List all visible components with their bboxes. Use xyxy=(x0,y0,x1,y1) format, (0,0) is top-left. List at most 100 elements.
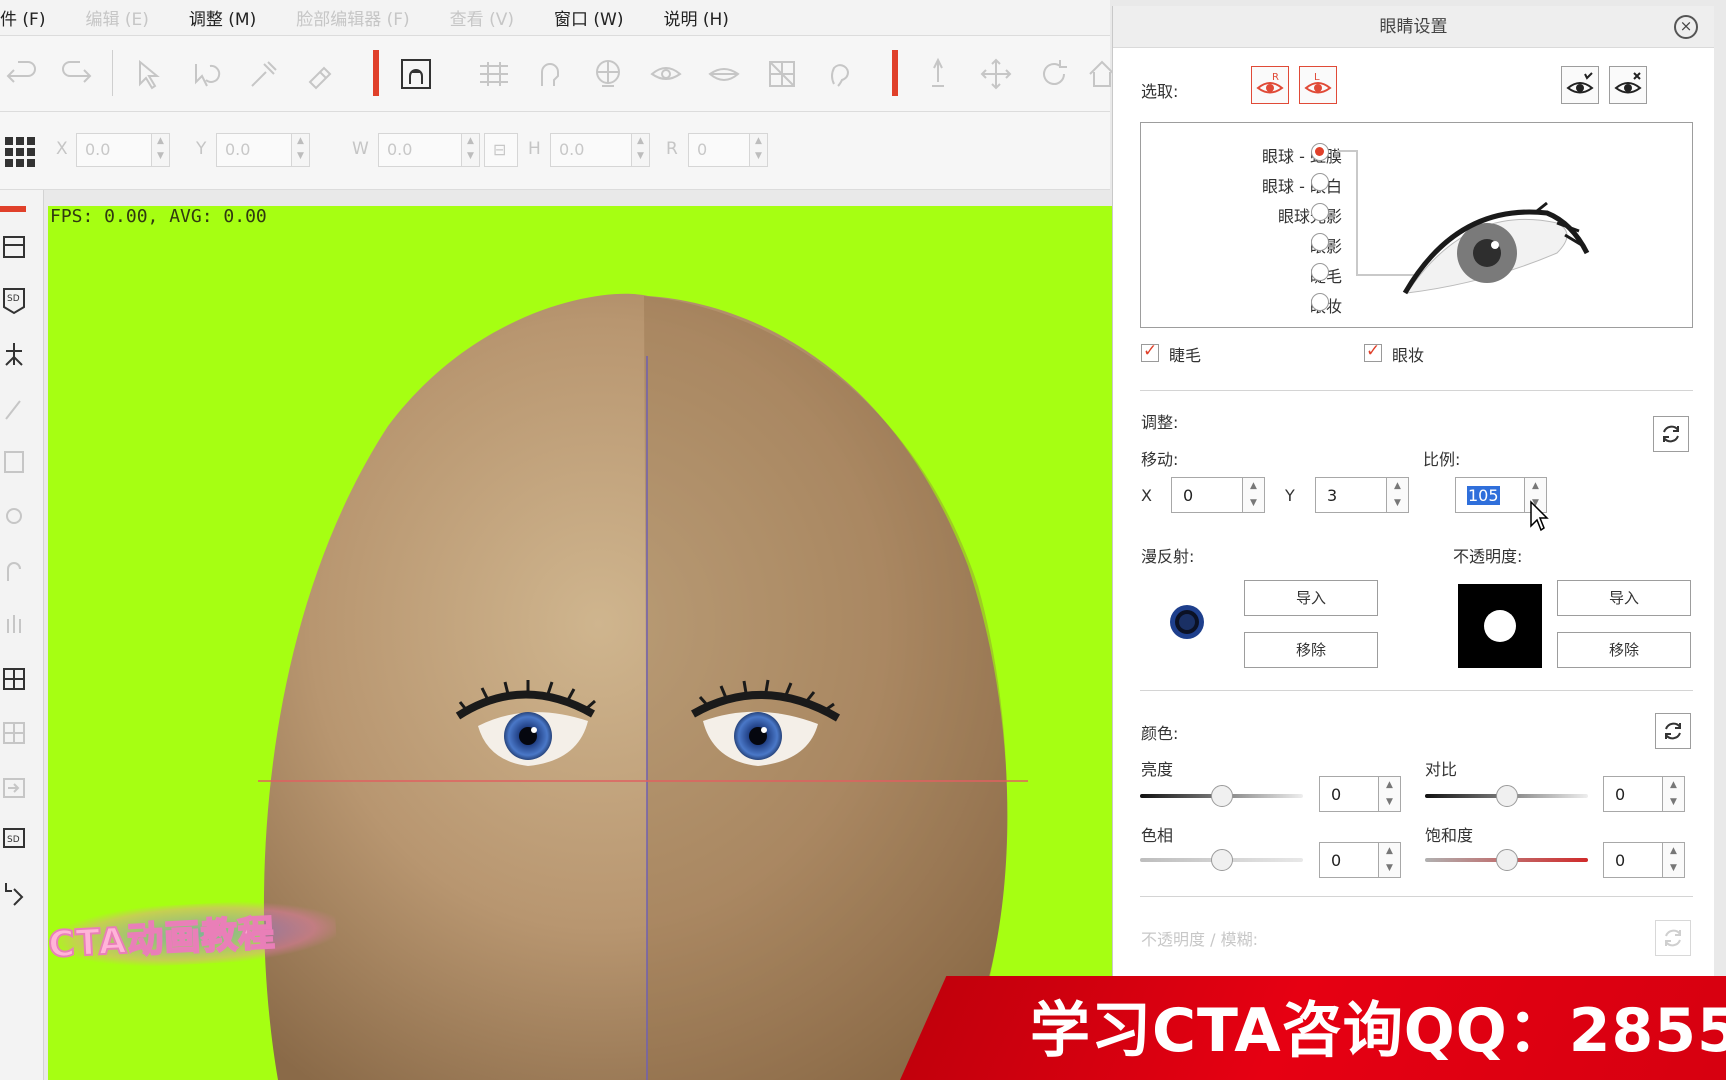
menu-help[interactable]: 说明 (H) xyxy=(637,5,742,30)
move-x-stepper[interactable]: ▲ ▼ xyxy=(1243,477,1265,513)
mesh-icon[interactable] xyxy=(762,54,802,94)
bone-icon[interactable] xyxy=(0,498,30,534)
opacity-remove-button[interactable]: 移除 xyxy=(1557,632,1691,668)
w-stepper[interactable]: ▲ ▼ xyxy=(462,133,480,167)
layer-eyelash-radio[interactable] xyxy=(1311,263,1329,281)
contrast-stepper[interactable]: ▲ ▼ xyxy=(1663,776,1685,812)
scale-label: 比例: xyxy=(1423,450,1461,469)
ear-icon[interactable] xyxy=(820,54,860,94)
eye-icon[interactable] xyxy=(646,54,686,94)
diffuse-import-button[interactable]: 导入 xyxy=(1244,580,1378,616)
tiles-icon[interactable] xyxy=(0,714,30,750)
rotate-icon[interactable] xyxy=(1034,54,1074,94)
mouth-icon[interactable] xyxy=(704,54,744,94)
hue-knob[interactable] xyxy=(1210,849,1233,871)
color-reset-icon[interactable] xyxy=(1655,713,1691,749)
menu-file[interactable]: 件 (F) xyxy=(0,5,59,30)
head-tool-icon[interactable] xyxy=(0,552,30,588)
pick-icon[interactable] xyxy=(244,54,284,94)
panel-grid-icon[interactable] xyxy=(0,660,30,696)
redo-icon[interactable] xyxy=(56,54,96,94)
move-x-input[interactable]: 0 xyxy=(1171,477,1243,513)
pose-icon[interactable] xyxy=(0,876,30,912)
eyelash-checkbox[interactable] xyxy=(1141,341,1159,362)
head-icon[interactable] xyxy=(530,54,570,94)
move-y-stepper[interactable]: ▲ ▼ xyxy=(1387,477,1409,513)
select-left-eye-icon[interactable]: L xyxy=(1299,66,1337,104)
adjust-reset-icon[interactable] xyxy=(1653,416,1689,452)
tag-icon[interactable] xyxy=(300,54,340,94)
menu-adjust[interactable]: 调整 (M) xyxy=(163,5,270,30)
select-icon[interactable] xyxy=(128,54,168,94)
grid-icon[interactable] xyxy=(474,54,514,94)
menu-face-editor[interactable]: 脸部编辑器 (F) xyxy=(270,5,423,30)
move-y-input[interactable]: 3 xyxy=(1315,477,1387,513)
layer-sclera-radio[interactable] xyxy=(1311,173,1329,191)
hide-eye-icon[interactable] xyxy=(1609,66,1647,104)
brightness-slider[interactable] xyxy=(1140,785,1303,807)
y-stepper[interactable]: ▲ ▼ xyxy=(292,133,310,167)
menu-window[interactable]: 窗口 (W) xyxy=(528,5,637,30)
saturation-input[interactable]: 0 xyxy=(1603,842,1663,878)
menu-edit[interactable]: 编辑 (E) xyxy=(59,5,162,30)
x-input[interactable]: 0.0 xyxy=(76,133,152,167)
y-input[interactable]: 0.0 xyxy=(216,133,292,167)
rig-icon[interactable] xyxy=(0,336,30,372)
layers-icon[interactable] xyxy=(0,228,30,264)
move-icon[interactable] xyxy=(976,54,1016,94)
show-eye-icon[interactable] xyxy=(1561,66,1599,104)
w-input[interactable]: 0.0 xyxy=(378,133,462,167)
import-icon[interactable] xyxy=(0,768,30,804)
left-tool-strip: SD SD xyxy=(0,190,44,1080)
opacity-import-button[interactable]: 导入 xyxy=(1557,580,1691,616)
r-input[interactable]: 0 xyxy=(688,133,750,167)
brightness-label: 亮度 xyxy=(1141,760,1174,779)
diffuse-label: 漫反射: xyxy=(1141,547,1195,566)
deform-icon[interactable] xyxy=(0,444,30,480)
hue-stepper[interactable]: ▲ ▼ xyxy=(1379,842,1401,878)
contrast-slider[interactable] xyxy=(1425,785,1588,807)
dialog-title-text: 眼睛设置 xyxy=(1379,17,1448,37)
hue-slider[interactable] xyxy=(1140,849,1303,871)
diffuse-remove-button[interactable]: 移除 xyxy=(1244,632,1378,668)
contrast-input[interactable]: 0 xyxy=(1603,776,1663,812)
rotate-select-icon[interactable] xyxy=(186,54,226,94)
select-right-eye-icon[interactable]: R xyxy=(1251,66,1289,104)
sd-icon[interactable]: SD xyxy=(0,282,30,318)
face-frame-icon[interactable] xyxy=(396,54,436,94)
saturation-slider[interactable] xyxy=(1425,849,1588,871)
menu-view[interactable]: 查看 (V) xyxy=(424,5,528,30)
saturation-stepper[interactable]: ▲ ▼ xyxy=(1663,842,1685,878)
layer-eyeshadow-radio[interactable] xyxy=(1311,233,1329,251)
brightness-input[interactable]: 0 xyxy=(1319,776,1379,812)
scale-input[interactable]: 105 xyxy=(1455,477,1525,513)
x-stepper[interactable]: ▲ ▼ xyxy=(152,133,170,167)
h-stepper[interactable]: ▲ ▼ xyxy=(632,133,650,167)
saturation-knob[interactable] xyxy=(1495,849,1518,871)
move-y-label: Y xyxy=(1285,486,1295,505)
brush-icon[interactable] xyxy=(0,390,30,426)
link-icon[interactable]: ⊟ xyxy=(484,133,518,167)
sd-export-icon[interactable]: SD xyxy=(0,822,30,858)
brightness-knob[interactable] xyxy=(1210,785,1233,807)
grid-layout-icon[interactable] xyxy=(0,132,40,172)
close-icon[interactable]: × xyxy=(1674,15,1698,39)
hue-input[interactable]: 0 xyxy=(1319,842,1379,878)
layer-highlight-radio[interactable] xyxy=(1311,203,1329,221)
contrast-knob[interactable] xyxy=(1495,785,1518,807)
hand-icon[interactable] xyxy=(0,606,30,642)
makeup-checkbox[interactable] xyxy=(1364,341,1382,362)
opacity-blur-reset-icon[interactable] xyxy=(1655,920,1691,956)
head-grid-icon[interactable] xyxy=(588,54,628,94)
h-input[interactable]: 0.0 xyxy=(550,133,632,167)
r-stepper[interactable]: ▲ ▼ xyxy=(750,133,768,167)
pin-icon[interactable] xyxy=(918,54,958,94)
svg-text:SD: SD xyxy=(7,835,20,845)
undo-icon[interactable] xyxy=(2,54,42,94)
layer-iris-radio[interactable] xyxy=(1311,143,1329,161)
dialog-title: 眼睛设置 × xyxy=(1113,6,1714,48)
layer-makeup-radio[interactable] xyxy=(1311,293,1329,311)
brightness-stepper[interactable]: ▲ ▼ xyxy=(1379,776,1401,812)
eye-settings-dialog: 眼睛设置 × 选取: R L 眼球 - 虹膜 眼球 - 眼白 眼球光影 眼影 睫… xyxy=(1112,6,1714,1080)
hue-label: 色相 xyxy=(1141,826,1174,845)
